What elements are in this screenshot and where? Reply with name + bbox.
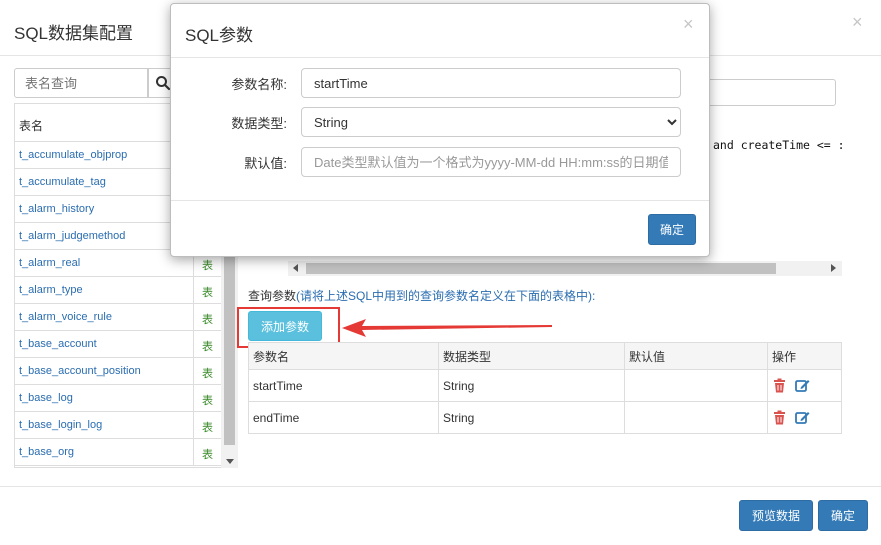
table-name-link[interactable]: t_base_account_position bbox=[19, 365, 141, 377]
default-value-input[interactable] bbox=[301, 147, 681, 177]
sql-param-modal: SQL参数 × 参数名称: 数据类型: String 默认值: 确定 bbox=[170, 3, 710, 257]
param-actions-cell bbox=[767, 369, 842, 402]
param-name-cell: startTime bbox=[248, 369, 439, 402]
table-list-item[interactable]: t_base_login_log 表 bbox=[15, 412, 237, 439]
table-name-link[interactable]: t_alarm_history bbox=[19, 203, 94, 215]
col-data-type: 数据类型 bbox=[438, 342, 625, 370]
table-type-label: 表 bbox=[193, 385, 221, 412]
table-name-link[interactable]: t_accumulate_objprop bbox=[19, 149, 127, 161]
params-table-header: 参数名 数据类型 默认值 操作 bbox=[248, 342, 842, 370]
edit-icon[interactable] bbox=[795, 378, 810, 393]
table-name-link[interactable]: t_accumulate_tag bbox=[19, 176, 106, 188]
table-name-link[interactable]: t_alarm_judgemethod bbox=[19, 230, 125, 242]
table-name-link[interactable]: t_base_log bbox=[19, 392, 73, 404]
scroll-right-arrow-icon[interactable] bbox=[831, 264, 836, 272]
query-params-hint: 查询参数(请将上述SQL中用到的查询参数名定义在下面的表格中): bbox=[248, 287, 595, 304]
sql-editor-text[interactable]: and createTime <= : bbox=[713, 138, 845, 152]
table-name-link[interactable]: t_base_org bbox=[19, 446, 74, 458]
table-type-label: 表 bbox=[193, 412, 221, 439]
table-name-link[interactable]: t_base_login_log bbox=[19, 419, 102, 431]
modal-title: SQL参数 bbox=[185, 26, 254, 45]
table-type-label: 表 bbox=[193, 277, 221, 304]
edit-icon[interactable] bbox=[795, 410, 810, 425]
scroll-down-arrow-icon[interactable] bbox=[226, 459, 234, 464]
trash-icon[interactable] bbox=[772, 410, 787, 425]
param-type-cell: String bbox=[438, 401, 625, 434]
table-type-label: 表 bbox=[193, 304, 221, 331]
close-icon[interactable]: × bbox=[852, 12, 863, 33]
default-value-label: 默认值: bbox=[244, 156, 287, 171]
confirm-button[interactable]: 确定 bbox=[818, 500, 868, 531]
trash-icon[interactable] bbox=[772, 378, 787, 393]
close-icon[interactable]: × bbox=[683, 14, 694, 35]
table-list-item[interactable]: t_alarm_voice_rule 表 bbox=[15, 304, 237, 331]
table-search-input[interactable] bbox=[14, 68, 148, 98]
table-list-item[interactable]: t_base_org 表 bbox=[15, 439, 237, 466]
add-param-button[interactable]: 添加参数 bbox=[248, 311, 322, 341]
preview-data-button[interactable]: 预览数据 bbox=[739, 500, 813, 531]
hint-prefix: 查询参数 bbox=[248, 289, 297, 303]
modal-footer-divider bbox=[171, 200, 709, 201]
param-name-cell: endTime bbox=[248, 401, 439, 434]
col-actions: 操作 bbox=[767, 342, 842, 370]
scroll-left-arrow-icon[interactable] bbox=[293, 264, 298, 272]
table-type-label: 表 bbox=[193, 439, 221, 466]
table-name-link[interactable]: t_base_account bbox=[19, 338, 97, 350]
table-list-item[interactable]: t_base_account 表 bbox=[15, 331, 237, 358]
param-type-cell: String bbox=[438, 369, 625, 402]
param-name-label: 参数名称: bbox=[231, 77, 287, 92]
table-name-link[interactable]: t_alarm_voice_rule bbox=[19, 311, 112, 323]
data-type-select[interactable]: String bbox=[301, 107, 681, 137]
params-table: 参数名 数据类型 默认值 操作 startTime String endTime St… bbox=[248, 342, 842, 434]
footer-divider bbox=[0, 486, 881, 487]
col-default-value: 默认值 bbox=[624, 342, 768, 370]
dataset-name-input[interactable] bbox=[705, 79, 836, 106]
sql-editor-horizontal-scrollbar[interactable] bbox=[288, 261, 842, 276]
table-type-label: 表 bbox=[193, 331, 221, 358]
param-name-input[interactable] bbox=[301, 68, 681, 98]
search-icon bbox=[156, 76, 171, 91]
param-row: startTime String bbox=[248, 369, 842, 402]
param-default-cell bbox=[624, 369, 768, 402]
table-list-item[interactable]: t_base_log 表 bbox=[15, 385, 237, 412]
hint-detail: (请将上述SQL中用到的查询参数名定义在下面的表格中): bbox=[296, 289, 596, 303]
col-param-name: 参数名 bbox=[248, 342, 439, 370]
scrollbar-thumb[interactable] bbox=[306, 263, 776, 274]
table-type-label: 表 bbox=[193, 358, 221, 385]
table-name-link[interactable]: t_alarm_type bbox=[19, 284, 83, 296]
data-type-label: 数据类型: bbox=[231, 116, 287, 131]
table-name-link[interactable]: t_alarm_real bbox=[19, 257, 80, 269]
modal-header-divider bbox=[171, 57, 709, 58]
param-actions-cell bbox=[767, 401, 842, 434]
table-list-item[interactable]: t_alarm_type 表 bbox=[15, 277, 237, 304]
table-list-item[interactable]: t_base_account_position 表 bbox=[15, 358, 237, 385]
modal-confirm-button[interactable]: 确定 bbox=[648, 214, 696, 245]
param-row: endTime String bbox=[248, 401, 842, 434]
dialog-title: SQL数据集配置 bbox=[14, 24, 134, 43]
annotation-arrow-icon bbox=[342, 319, 552, 337]
param-default-cell bbox=[624, 401, 768, 434]
